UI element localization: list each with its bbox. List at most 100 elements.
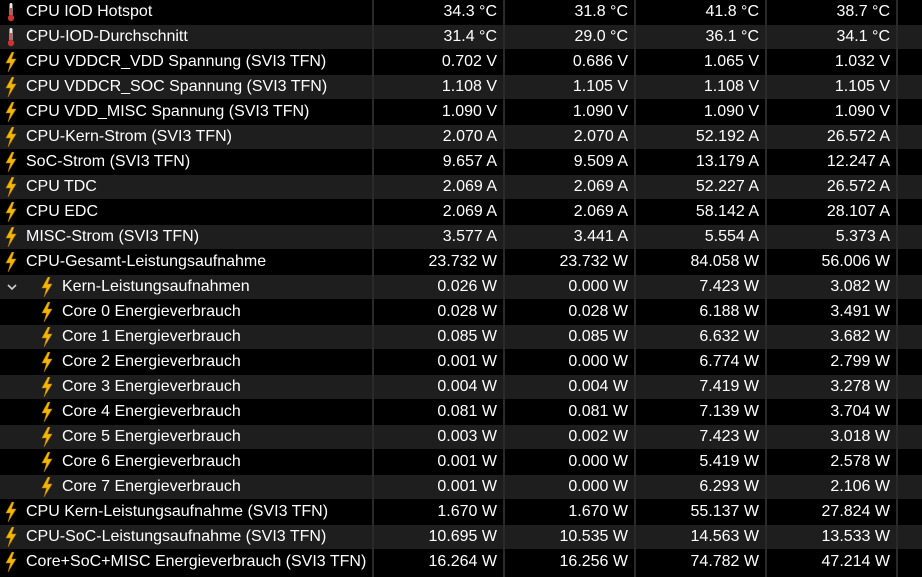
average-value: 47.214 W: [821, 553, 890, 570]
average-value: 26.572 A: [767, 125, 896, 149]
chevron-down-icon[interactable]: [0, 275, 24, 299]
min-value: 16.256 W: [559, 553, 628, 570]
lightning-icon: [36, 475, 58, 499]
min-value: 1.670 W: [568, 503, 628, 520]
table-row[interactable]: CPU VDD_MISC Spannung (SVI3 TFN) 1.090 V 1…: [0, 100, 922, 125]
trailing-cell: [898, 325, 922, 349]
table-row[interactable]: Core 2 Energieverbrauch 0.001 W 0.000 W 6.7…: [0, 350, 922, 375]
min-value: 1.105 V: [505, 75, 634, 99]
current-value: 0.026 W: [374, 275, 503, 299]
sensor-table: CPU IOD Hotspot 34.3 °C 31.8 °C 41.8 °C 38.7…: [0, 0, 922, 577]
sensor-name: CPU-Gesamt-Leistungsaufnahme: [26, 253, 267, 270]
lightning-icon: [0, 550, 22, 574]
sensor-label-cell: MISC-Strom (SVI3 TFN): [0, 225, 372, 249]
lightning-icon: [36, 325, 58, 349]
sensor-name: Kern-Leistungsaufnahmen: [62, 278, 250, 295]
sensor-name: Core+SoC+MISC Energieverbrauch (SVI3 TFN…: [26, 553, 367, 570]
average-value: 3.491 W: [830, 303, 890, 320]
table-row[interactable]: Core 3 Energieverbrauch 0.004 W 0.004 W 7.4…: [0, 375, 922, 400]
lightning-icon: [0, 175, 22, 199]
trailing-cell: [898, 250, 922, 274]
sensor-name: Core 5 Energieverbrauch: [62, 428, 241, 445]
max-value: 6.293 W: [636, 475, 765, 499]
trailing-cell: [898, 500, 922, 524]
table-row[interactable]: SoC-Strom (SVI3 TFN) 9.657 A 9.509 A 13.179…: [0, 150, 922, 175]
trailing-cell: [898, 150, 922, 174]
lightning-icon: [0, 250, 22, 274]
table-row[interactable]: Core 0 Energieverbrauch 0.028 W 0.028 W 6.1…: [0, 300, 922, 325]
table-row[interactable]: CPU TDC 2.069 A 2.069 A 52.227 A 26.572 A: [0, 175, 922, 200]
table-row[interactable]: MISC-Strom (SVI3 TFN) 3.577 A 3.441 A 5.554…: [0, 225, 922, 250]
sensor-name: Core 2 Energieverbrauch: [62, 353, 241, 370]
max-value: 52.227 A: [636, 175, 765, 199]
average-value: 28.107 A: [826, 203, 890, 220]
average-value: 2.799 W: [830, 353, 890, 370]
min-value: 0.002 W: [505, 425, 634, 449]
table-row[interactable]: Core 1 Energieverbrauch 0.085 W 0.085 W 6.6…: [0, 325, 922, 350]
current-value: 2.069 A: [442, 203, 497, 220]
table-row[interactable]: CPU-SoC-Leistungsaufnahme (SVI3 TFN) 10.6…: [0, 525, 922, 550]
table-row[interactable]: CPU VDDCR_SOC Spannung (SVI3 TFN) 1.108 V…: [0, 75, 922, 100]
average-value: 13.533 W: [767, 525, 896, 549]
table-row[interactable]: CPU-Kern-Strom (SVI3 TFN) 2.070 A 2.070 A5…: [0, 125, 922, 150]
max-value: 41.8 °C: [705, 3, 759, 20]
current-value: 2.069 A: [374, 175, 503, 199]
sensor-label-cell: Core 0 Energieverbrauch: [0, 300, 372, 324]
table-row[interactable]: CPU-IOD-Durchschnitt 31.4 °C 29.0 °C 36.1 °…: [0, 25, 922, 50]
sensor-label-cell: CPU VDDCR_VDD Spannung (SVI3 TFN): [0, 50, 372, 74]
trailing-cell: [898, 425, 922, 449]
trailing-cell: [898, 25, 922, 49]
table-row[interactable]: CPU Kern-Leistungsaufnahme (SVI3 TFN) 1.6…: [0, 500, 922, 525]
lightning-icon: [36, 425, 58, 449]
trailing-cell: [898, 175, 922, 199]
table-row[interactable]: CPU-Gesamt-Leistungsaufnahme 23.732 W 23.7…: [0, 250, 922, 275]
trailing-cell: [898, 275, 922, 299]
table-row[interactable]: CPU EDC 2.069 A 2.069 A 58.142 A 28.107 A: [0, 200, 922, 225]
table-row[interactable]: Core 4 Energieverbrauch 0.081 W 0.081 W 7.1…: [0, 400, 922, 425]
thermometer-icon: [0, 0, 22, 24]
table-row[interactable]: Core+SoC+MISC Energieverbrauch (SVI3 TFN…: [0, 550, 922, 575]
table-row[interactable]: Core 6 Energieverbrauch 0.001 W 0.000 W 5.4…: [0, 450, 922, 475]
average-value: 3.278 W: [767, 375, 896, 399]
current-value: 0.702 V: [441, 53, 497, 70]
min-value: 0.028 W: [568, 303, 628, 320]
sensor-label-cell: Core 1 Energieverbrauch: [0, 325, 372, 349]
max-value: 52.192 A: [636, 125, 765, 149]
min-value: 0.686 V: [572, 53, 628, 70]
trailing-cell: [898, 475, 922, 499]
max-value: 1.108 V: [636, 75, 765, 99]
current-value: 31.4 °C: [374, 25, 503, 49]
min-value: 2.069 A: [573, 203, 628, 220]
trailing-cell: [898, 350, 922, 374]
sensor-label-cell: CPU Kern-Leistungsaufnahme (SVI3 TFN): [0, 500, 372, 524]
average-value: 3.704 W: [830, 403, 890, 420]
lightning-icon: [36, 275, 58, 299]
min-value: 0.004 W: [505, 375, 634, 399]
average-value: 1.105 V: [767, 75, 896, 99]
min-value: 31.8 °C: [574, 3, 628, 20]
sensor-name: MISC-Strom (SVI3 TFN): [26, 228, 200, 245]
table-row[interactable]: CPU VDDCR_VDD Spannung (SVI3 TFN) 0.702 V…: [0, 50, 922, 75]
sensor-label-cell: CPU-IOD-Durchschnitt: [0, 25, 372, 49]
max-value: 84.058 W: [690, 253, 759, 270]
trailing-cell: [898, 100, 922, 124]
sensor-name: CPU-Kern-Strom (SVI3 TFN): [26, 128, 232, 145]
average-value: 38.7 °C: [836, 3, 890, 20]
current-value: 34.3 °C: [443, 3, 497, 20]
max-value: 58.142 A: [695, 203, 759, 220]
table-row[interactable]: Core 7 Energieverbrauch 0.001 W 0.000 W 6.2…: [0, 475, 922, 500]
average-value: 1.090 V: [834, 103, 890, 120]
trailing-cell: [898, 125, 922, 149]
max-value: 14.563 W: [636, 525, 765, 549]
max-value: 7.423 W: [636, 275, 765, 299]
max-value: 1.065 V: [703, 53, 759, 70]
lightning-icon: [0, 100, 22, 124]
sensor-label-cell: Core 5 Energieverbrauch: [0, 425, 372, 449]
current-value: 0.001 W: [374, 475, 503, 499]
table-row[interactable]: Core 5 Energieverbrauch 0.003 W 0.002 W 7.4…: [0, 425, 922, 450]
max-value: 5.419 W: [699, 453, 759, 470]
table-row[interactable]: Kern-Leistungsaufnahmen 0.026 W 0.000 W 7.4…: [0, 275, 922, 300]
average-value: 27.824 W: [821, 503, 890, 520]
table-row[interactable]: CPU IOD Hotspot 34.3 °C 31.8 °C 41.8 °C 38.7…: [0, 0, 922, 25]
max-value: 7.423 W: [636, 425, 765, 449]
